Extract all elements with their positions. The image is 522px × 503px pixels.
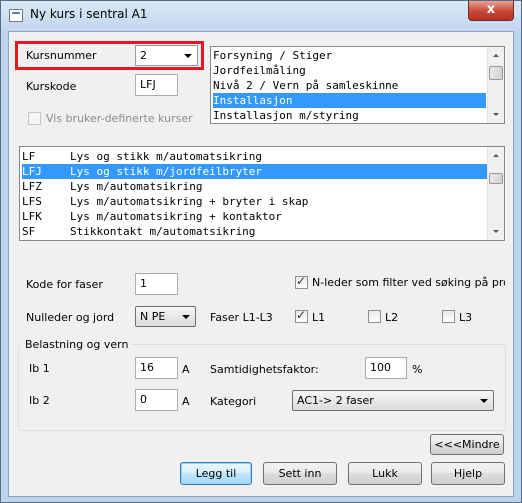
chevron-down-icon [184,54,192,58]
list-item[interactable]: Forsyning / Stiger [213,48,486,63]
course-desc: Stikkontakt m/automatsikring [70,225,256,238]
list-item[interactable]: LFS Lys m/automatsikring + bryter i skap [22,194,488,209]
l1-label: L1 [312,311,326,324]
course-code: LF [22,150,36,163]
scroll-up-icon[interactable] [488,147,504,164]
checkmark-icon: ✓ [296,274,307,288]
course-code: LFK [22,210,42,223]
course-scrollbar[interactable] [487,147,504,240]
ib1-label: Ib 1 [29,362,50,375]
kursnummer-dropdown[interactable]: 2 [135,45,198,66]
kode-faser-input[interactable]: 1 [135,273,178,295]
list-item[interactable]: Nivå 2 / Vern på samleskinne [213,78,486,93]
n-leder-label: N-leder som filter ved søking på produkt… [312,276,505,289]
faser-label: Faser L1-L3 [210,311,273,324]
ib2-label: Ib 2 [29,394,50,407]
kurskode-input[interactable]: LFJ [135,74,178,96]
window-title: Ny kurs i sentral A1 [30,7,148,21]
checkmark-icon: ✓ [296,308,307,322]
list-item[interactable]: Installasjon m/styring [213,108,486,123]
course-desc: Lys m/automatsikring [70,180,203,193]
l1-checkbox[interactable]: ✓ [295,308,308,323]
dialog-client-area: Kursnummer 2 Kurskode LFJ Vis bruker-def… [8,31,514,497]
scroll-down-icon[interactable] [488,106,504,123]
scroll-down-icon[interactable] [488,223,504,240]
ib1-unit: A [182,363,190,376]
category-scrollbar[interactable] [487,47,504,123]
belastning-groupbox [18,344,506,431]
samtidighet-label: Samtidighetsfaktor: [210,363,319,376]
dialog-window: Ny kurs i sentral A1 x Kursnummer 2 Kurs… [0,0,522,503]
nulleder-dropdown[interactable]: N PE [135,306,196,327]
l2-label: L2 [385,311,399,324]
sett-inn-button[interactable]: Sett inn [263,462,337,485]
list-item[interactable]: LFK Lys m/automatsikring + kontaktor [22,209,488,224]
title-bar[interactable]: Ny kurs i sentral A1 x [1,1,521,31]
legg-til-button[interactable]: Legg til [180,462,252,485]
chevron-down-icon [480,399,488,403]
list-item-selected[interactable]: LFJ Lys og stikk m/jordfeilbryter [22,164,488,179]
l3-label: L3 [459,311,473,324]
category-listbox[interactable]: Forsyning / Stiger Jordfeilmåling Nivå 2… [210,46,505,124]
samtidighet-input[interactable]: 100 [365,357,407,379]
course-code: LFS [22,195,42,208]
belastning-group-label: Belastning og vern [22,338,132,351]
course-desc: Lys og stikk m/automatsikring [70,150,263,163]
kursnummer-value: 2 [140,49,147,62]
l3-checkbox[interactable] [442,310,455,323]
ib2-unit: A [182,395,190,408]
samtidighet-unit: % [412,363,423,376]
course-code: LFZ [22,180,42,193]
course-desc: Lys m/automatsikring + kontaktor [70,210,282,223]
list-item[interactable]: LF Lys og stikk m/automatsikring [22,149,488,164]
nulleder-label: Nulleder og jord [26,311,115,324]
chevron-down-icon [182,315,190,319]
list-item[interactable]: SF Stikkontakt m/automatsikring [22,224,488,239]
ib2-input[interactable]: 0 [135,389,178,411]
course-code: SF [22,225,36,238]
n-leder-checkbox[interactable]: ✓ [295,274,308,289]
list-item[interactable]: Jordfeilmåling [213,63,486,78]
list-item[interactable]: LFZ Lys m/automatsikring [22,179,488,194]
ib1-input[interactable]: 16 [135,357,178,379]
vis-bruker-label: Vis bruker-definerte kurser [46,112,193,125]
mindre-button[interactable]: <<<Mindre [430,434,504,455]
course-desc: Lys m/automatsikring + bryter i skap [70,195,309,208]
close-button[interactable]: x [468,1,514,21]
kategori-label: Kategori [210,395,257,408]
scroll-thumb[interactable] [489,173,503,184]
kode-faser-label: Kode for faser [26,278,103,291]
course-listbox[interactable]: LF Lys og stikk m/automatsikring LFJ Lys o… [19,146,505,241]
scroll-up-icon[interactable] [488,47,504,64]
kategori-dropdown[interactable]: AC1-> 2 faser [292,390,494,411]
list-item-selected[interactable]: Installasjon [213,93,486,108]
lukk-button[interactable]: Lukk [348,462,422,485]
course-desc: Lys og stikk m/jordfeilbryter [70,165,263,178]
hjelp-button[interactable]: Hjelp [431,462,505,485]
scroll-thumb[interactable] [489,66,503,80]
kurskode-label: Kurskode [26,80,77,93]
course-code: LFJ [22,165,42,178]
vis-bruker-checkbox[interactable] [28,112,41,125]
kursnummer-label: Kursnummer [26,49,97,62]
l2-checkbox[interactable] [368,310,381,323]
nulleder-value: N PE [140,310,166,323]
app-icon [9,9,23,22]
kategori-value: AC1-> 2 faser [297,394,374,407]
